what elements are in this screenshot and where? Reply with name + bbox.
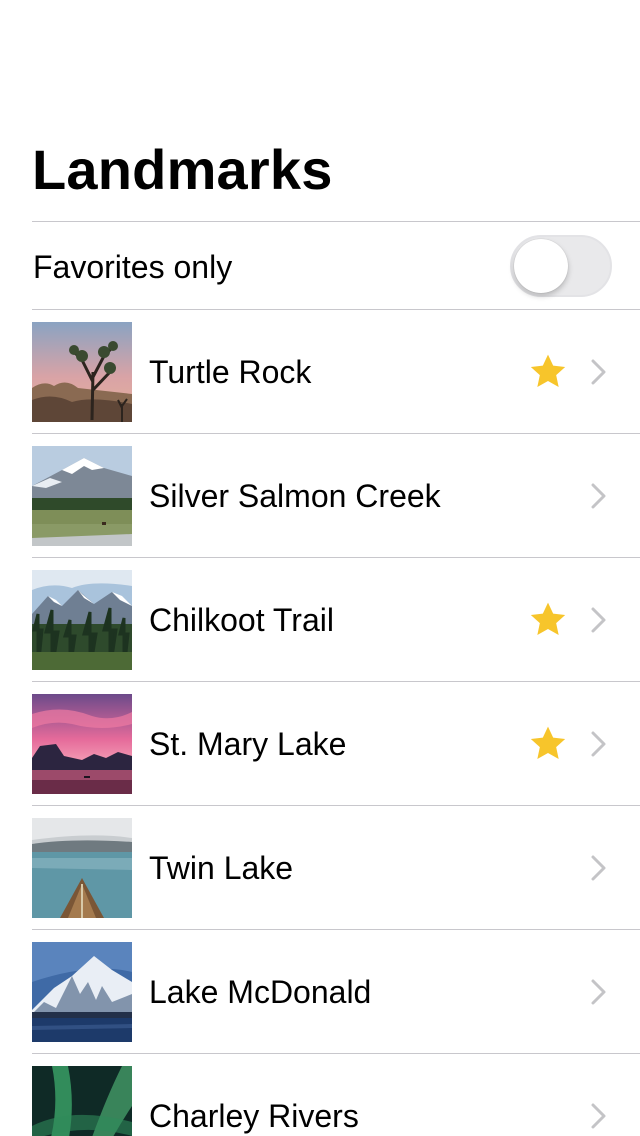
landmark-row[interactable]: St. Mary Lake (0, 682, 640, 805)
landmark-thumbnail (32, 1066, 132, 1136)
landmark-row[interactable]: Twin Lake (0, 806, 640, 929)
landmark-name: Chilkoot Trail (149, 602, 334, 638)
landmark-name: Silver Salmon Creek (149, 478, 441, 514)
landmark-list: Favorites only Turtle Rock Silver Salmon… (0, 221, 640, 1136)
landmarks-screen: Landmarks Favorites only Turtle Rock Sil… (0, 0, 640, 1136)
star-icon (530, 726, 566, 759)
pink-sunset-lake-image (32, 694, 132, 794)
landmark-name: St. Mary Lake (149, 726, 347, 762)
joshua-tree-desert-image (32, 322, 132, 422)
landmark-name: Twin Lake (149, 850, 294, 886)
landmark-name: Turtle Rock (149, 354, 312, 390)
landmark-thumbnail (32, 570, 132, 670)
chevron-right-icon (591, 855, 606, 881)
favorites-toggle-label: Favorites only (33, 249, 233, 285)
landmark-thumbnail (32, 694, 132, 794)
landmark-thumbnail (32, 942, 132, 1042)
snowy-mountain-meadow-image (32, 446, 132, 546)
canoe-on-lake-image (32, 818, 132, 918)
star-icon (530, 602, 566, 635)
landmark-row[interactable]: Chilkoot Trail (0, 558, 640, 681)
landmark-thumbnail (32, 818, 132, 918)
page-title: Landmarks (32, 138, 333, 201)
chevron-right-icon (591, 979, 606, 1005)
favorites-toggle-row[interactable]: Favorites only (0, 222, 640, 309)
landmark-row[interactable]: Charley Rivers (0, 1054, 640, 1136)
landmark-row[interactable]: Turtle Rock (0, 310, 640, 433)
chevron-right-icon (591, 731, 606, 757)
chevron-right-icon (591, 483, 606, 509)
landmark-row[interactable]: Lake McDonald (0, 930, 640, 1053)
chevron-right-icon (591, 1103, 606, 1129)
landmark-thumbnail (32, 446, 132, 546)
landmark-thumbnail (32, 322, 132, 422)
chevron-right-icon (591, 607, 606, 633)
landmark-name: Charley Rivers (149, 1098, 359, 1134)
snowy-peak-lake-image (32, 942, 132, 1042)
landmark-row[interactable]: Silver Salmon Creek (0, 434, 640, 557)
mountain-forest-image (32, 570, 132, 670)
aurora-forest-image (32, 1066, 132, 1136)
star-icon (530, 354, 566, 387)
favorites-only-switch[interactable] (510, 235, 612, 297)
chevron-right-icon (591, 359, 606, 385)
landmark-name: Lake McDonald (149, 974, 372, 1010)
switch-knob[interactable] (514, 239, 568, 293)
